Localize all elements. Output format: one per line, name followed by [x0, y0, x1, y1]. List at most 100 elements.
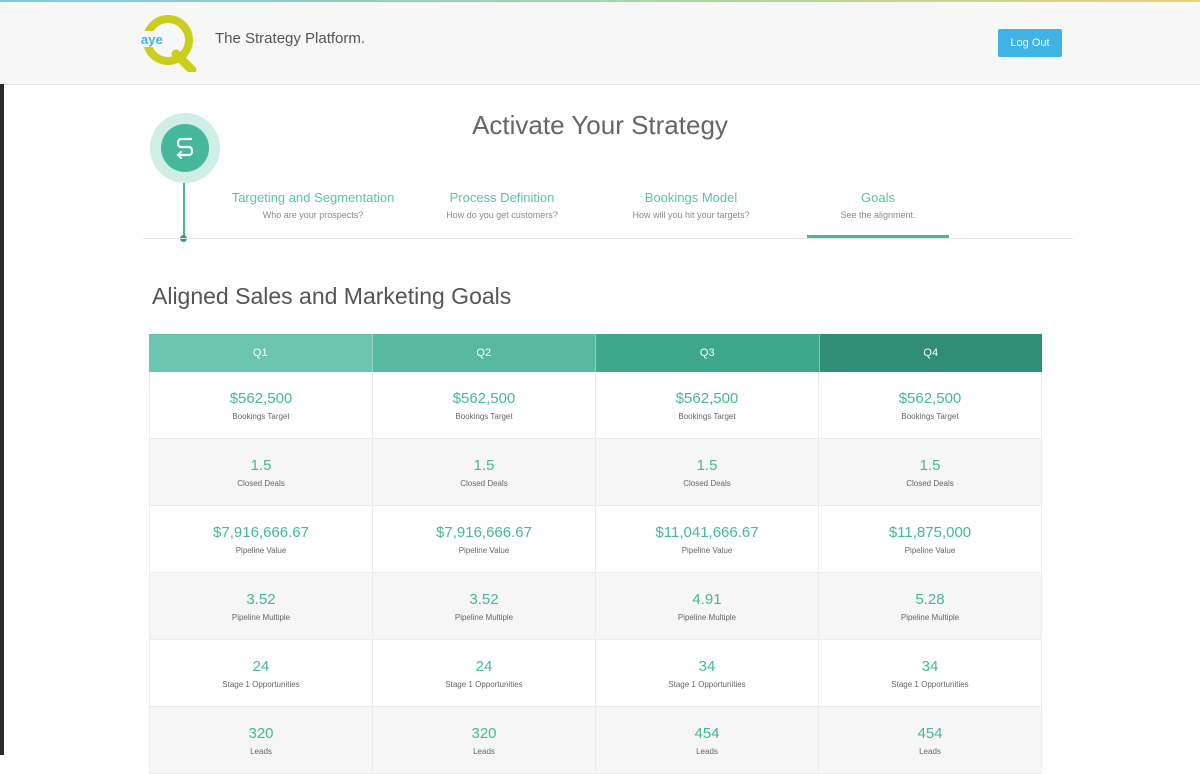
cell-value: $11,875,000 [888, 523, 972, 541]
table-row-pipeline-value: $7,916,666.67 Pipeline Value $7,916,666.6… [149, 506, 1042, 573]
table-cell: 3.52 Pipeline Multiple [149, 573, 373, 639]
table-row-pipeline-multiple: 3.52 Pipeline Multiple 3.52 Pipeline Multi… [149, 573, 1042, 640]
cell-value: $562,500 [452, 389, 516, 407]
cell-label: Closed Deals [683, 478, 731, 488]
cell-label: Pipeline Multiple [677, 612, 737, 622]
table-cell: 5.28 Pipeline Multiple [819, 573, 1042, 639]
cell-label: Closed Deals [460, 478, 508, 488]
table-cell: 454 Leads [819, 707, 1042, 773]
cell-value: $7,916,666.67 [436, 523, 532, 541]
step-title: Targeting and Segmentation [231, 190, 395, 205]
cell-label: Leads [696, 746, 718, 756]
cell-value: $562,500 [898, 389, 962, 407]
step-subtitle: Who are your prospects? [262, 210, 364, 220]
cell-value: 320 [248, 724, 274, 742]
cell-label: Pipeline Value [235, 545, 287, 555]
cell-label: Stage 1 Opportunities [445, 679, 523, 689]
brand-tagline: The Strategy Platform. [215, 30, 366, 47]
cell-label: Pipeline Value [458, 545, 510, 555]
cell-value: 320 [471, 724, 497, 742]
cell-value: $562,500 [229, 389, 293, 407]
quarter-header-q2: Q2 [372, 334, 596, 372]
cell-label: Bookings Target [455, 411, 513, 421]
table-cell: 24 Stage 1 Opportunities [149, 640, 373, 706]
logo-text: aye [141, 32, 163, 47]
quarter-header-q3: Q3 [596, 334, 820, 372]
cell-label: Closed Deals [237, 478, 285, 488]
cell-value: 5.28 [915, 590, 945, 608]
step-bookings-model[interactable]: Bookings Model How will you hit your tar… [611, 190, 771, 220]
quarter-header-q4: Q4 [819, 334, 1042, 372]
table-cell: $7,916,666.67 Pipeline Value [373, 506, 596, 572]
table-cell: $562,500 Bookings Target [819, 372, 1042, 438]
cell-label: Pipeline Value [904, 545, 956, 555]
cell-value: 4.91 [692, 590, 722, 608]
table-cell: 320 Leads [149, 707, 373, 773]
cell-label: Pipeline Value [681, 545, 733, 555]
cell-value: 1.5 [696, 456, 718, 474]
cell-label: Stage 1 Opportunities [668, 679, 746, 689]
quarter-header-q1: Q1 [149, 334, 373, 372]
strategy-step-badge [150, 113, 220, 183]
cell-label: Pipeline Multiple [900, 612, 960, 622]
step-title: Bookings Model [644, 190, 738, 205]
table-cell: 24 Stage 1 Opportunities [373, 640, 596, 706]
table-cell: 454 Leads [596, 707, 819, 773]
table-cell: 1.5 Closed Deals [149, 439, 373, 505]
cell-label: Bookings Target [232, 411, 290, 421]
cell-label: Leads [250, 746, 272, 756]
step-goals[interactable]: Goals See the alignment. [807, 190, 949, 220]
cell-value: 454 [917, 724, 943, 742]
cell-label: Pipeline Multiple [231, 612, 291, 622]
active-step-indicator [807, 235, 949, 238]
step-title: Goals [861, 190, 895, 205]
cell-value: $7,916,666.67 [213, 523, 309, 541]
cell-value: 1.5 [250, 456, 272, 474]
step-subtitle: How do you get customers? [446, 210, 558, 220]
table-cell: 34 Stage 1 Opportunities [596, 640, 819, 706]
table-row-stage-1-opportunities: 24 Stage 1 Opportunities 24 Stage 1 Opport… [149, 640, 1042, 707]
table-row-leads: 320 Leads 320 Leads 454 Leads 454 Leads [149, 707, 1042, 774]
cell-value: 1.5 [919, 456, 941, 474]
table-row-closed-deals: 1.5 Closed Deals 1.5 Closed Deals 1.5 Close… [149, 439, 1042, 506]
table-cell: 1.5 Closed Deals [819, 439, 1042, 505]
window-left-edge [0, 84, 4, 755]
table-cell: 34 Stage 1 Opportunities [819, 640, 1042, 706]
cell-label: Pipeline Multiple [454, 612, 514, 622]
aye-q-logo[interactable]: aye [140, 14, 200, 75]
step-targeting-segmentation[interactable]: Targeting and Segmentation Who are your … [223, 190, 403, 220]
table-cell: 3.52 Pipeline Multiple [373, 573, 596, 639]
cell-label: Leads [919, 746, 941, 756]
section-title: Aligned Sales and Marketing Goals [152, 283, 512, 309]
quarter-header-row: Q1 Q2 Q3 Q4 [149, 334, 1042, 372]
app-header: aye The Strategy Platform. Log Out [0, 2, 1200, 85]
table-cell: 4.91 Pipeline Multiple [596, 573, 819, 639]
step-subtitle: How will you hit your targets? [632, 210, 750, 220]
table-cell: 320 Leads [373, 707, 596, 773]
cell-value: $562,500 [675, 389, 739, 407]
cell-value: 454 [694, 724, 720, 742]
cell-label: Bookings Target [678, 411, 736, 421]
logout-button[interactable]: Log Out [998, 29, 1062, 57]
table-cell: $562,500 Bookings Target [373, 372, 596, 438]
table-cell: 1.5 Closed Deals [373, 439, 596, 505]
cell-value: 3.52 [246, 590, 276, 608]
table-cell: $562,500 Bookings Target [596, 372, 819, 438]
table-cell: $11,875,000 Pipeline Value [819, 506, 1042, 572]
table-cell: $562,500 Bookings Target [149, 372, 373, 438]
step-process-definition[interactable]: Process Definition How do you get custom… [423, 190, 581, 220]
cell-value: 34 [698, 657, 716, 675]
table-cell: $11,041,666.67 Pipeline Value [596, 506, 819, 572]
cell-value: 24 [252, 657, 270, 675]
strategy-steps-nav: Targeting and Segmentation Who are your … [143, 186, 1073, 239]
table-cell: $7,916,666.67 Pipeline Value [149, 506, 373, 572]
cell-value: 1.5 [473, 456, 495, 474]
cell-label: Stage 1 Opportunities [891, 679, 969, 689]
cell-label: Closed Deals [906, 478, 954, 488]
goals-table: Q1 Q2 Q3 Q4 $562,500 Bookings Target $562… [149, 334, 1042, 774]
cell-value: 3.52 [469, 590, 499, 608]
strategy-s-icon [161, 124, 209, 172]
cell-value: 34 [921, 657, 939, 675]
table-row-bookings-target: $562,500 Bookings Target $562,500 Bookings… [149, 372, 1042, 439]
table-cell: 1.5 Closed Deals [596, 439, 819, 505]
